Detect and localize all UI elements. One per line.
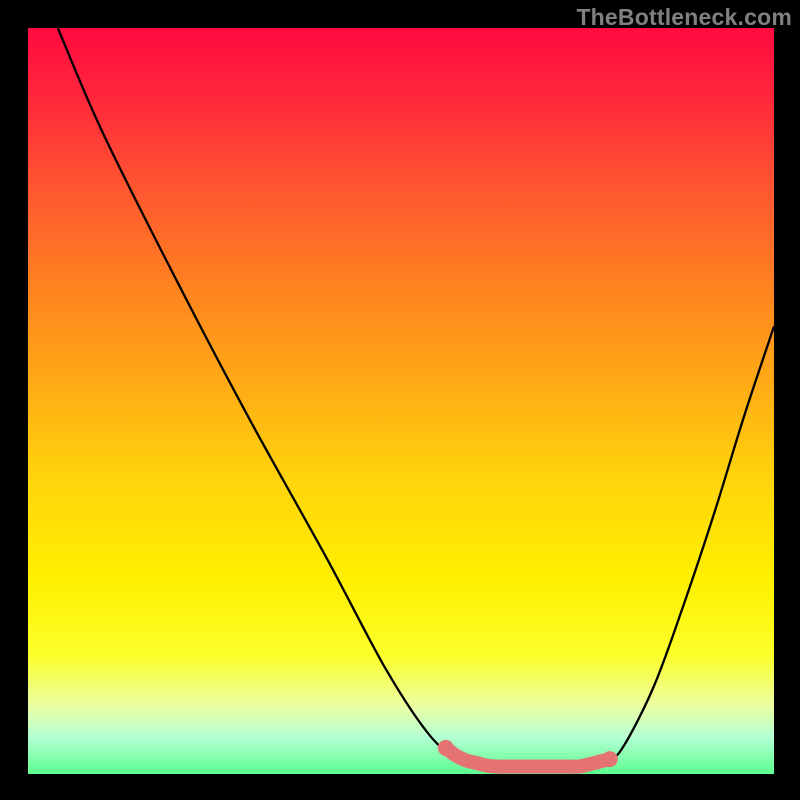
optimal-range-highlight (446, 748, 610, 767)
chart-frame: TheBottleneck.com (0, 0, 800, 800)
curve-layer (0, 0, 800, 800)
curve-group (58, 28, 774, 767)
bottleneck-curve (58, 28, 774, 767)
highlight-dot-start (438, 740, 454, 756)
highlight-dot-end (602, 751, 618, 767)
